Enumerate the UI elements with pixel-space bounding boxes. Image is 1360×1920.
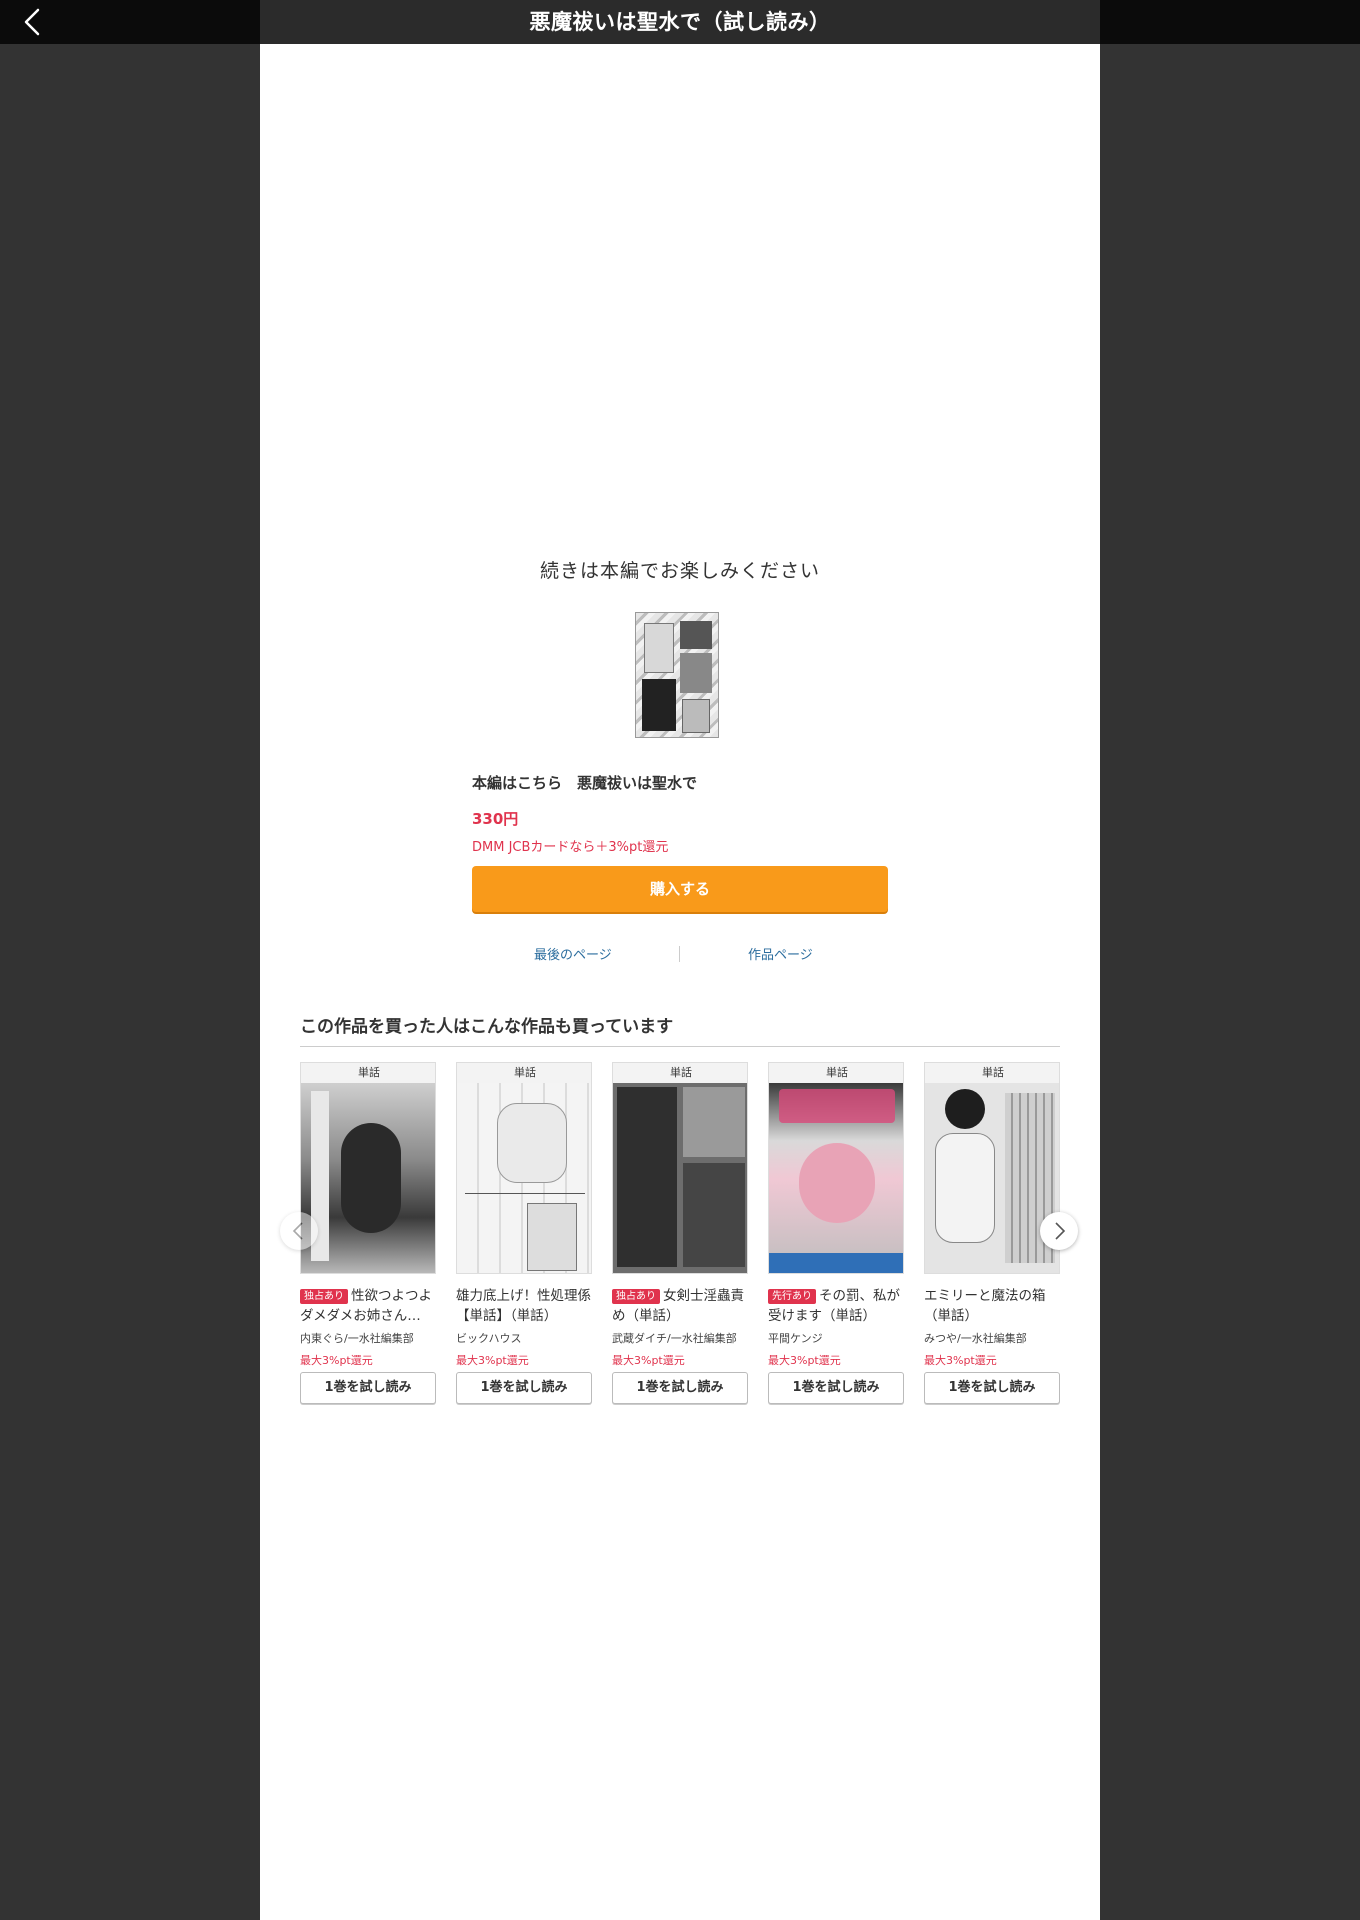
card-author[interactable]: みつや/一水社編集部 [924, 1330, 1027, 1346]
card-format-label: 単話 [769, 1063, 903, 1083]
last-page-link[interactable]: 最後のページ [534, 944, 612, 963]
recommendation-card[interactable]: 単話 先行あり その罰、私が受けます（単話） 平間ケンジ 最大3%pt還元 1巻を… [768, 1062, 904, 1442]
trial-read-button[interactable]: 1巻を試し読み [612, 1372, 748, 1404]
recommendations-heading: この作品を買った人はこんな作品も買っています [300, 1017, 674, 1037]
card-author[interactable]: ビックハウス [456, 1330, 521, 1346]
card-thumbnail[interactable]: 単話 [300, 1062, 436, 1274]
early-release-badge: 先行あり [768, 1289, 816, 1304]
recommendation-carousel: 単話 独占あり 性欲つよつよダメダメお姉さん… 内東ぐら/一水社編集部 最大3%p… [300, 1062, 1060, 1442]
card-thumbnail[interactable]: 単話 [456, 1062, 592, 1274]
product-title: 本編はこちら 悪魔祓いは聖水で [472, 774, 698, 792]
exclusive-badge: 独占あり [612, 1289, 660, 1304]
recommendation-card[interactable]: 単話 独占あり 女剣士淫蟲責め（単話） 武蔵ダイチ/一水社編集部 最大3%pt還元… [612, 1062, 748, 1442]
chevron-right-icon [1055, 1222, 1066, 1240]
chevron-left-icon [292, 1222, 303, 1240]
trial-read-button[interactable]: 1巻を試し読み [768, 1372, 904, 1404]
recommendation-card[interactable]: 単話 雄力底上げ！性処理係【単話】（単話） ビックハウス 最大3%pt還元 1巻… [456, 1062, 592, 1442]
point-campaign: DMM JCBカードなら＋3%pt還元 [472, 840, 669, 855]
card-author[interactable]: 武蔵ダイチ/一水社編集部 [612, 1330, 737, 1346]
title-bar: 悪魔祓いは聖水で（試し読み） [260, 0, 1100, 44]
viewer-page: 続きは本編でお楽しみください 本編はこちら 悪魔祓いは聖水で 330円 DMM … [260, 44, 1100, 1920]
back-button[interactable] [14, 4, 50, 40]
trial-read-button[interactable]: 1巻を試し読み [456, 1372, 592, 1404]
card-thumbnail[interactable]: 単話 [612, 1062, 748, 1274]
card-author[interactable]: 内東ぐら/一水社編集部 [300, 1330, 414, 1346]
card-title[interactable]: 先行あり その罰、私が受けます（単話） [768, 1286, 904, 1326]
card-points: 最大3%pt還元 [456, 1354, 529, 1367]
card-format-label: 単話 [925, 1063, 1059, 1083]
card-title[interactable]: 雄力底上げ！性処理係【単話】（単話） [456, 1286, 592, 1326]
heading-divider [300, 1046, 1060, 1047]
card-points: 最大3%pt還元 [924, 1354, 997, 1367]
trial-read-button[interactable]: 1巻を試し読み [924, 1372, 1060, 1404]
page-links: 最後のページ 作品ページ [472, 944, 888, 968]
recommendation-card[interactable]: 単話 独占あり 性欲つよつよダメダメお姉さん… 内東ぐら/一水社編集部 最大3%p… [300, 1062, 436, 1442]
card-cover-art [613, 1083, 747, 1273]
carousel-prev-button[interactable] [280, 1212, 318, 1250]
recommendation-card[interactable]: 単話 エミリーと魔法の箱（単話） みつや/一水社編集部 最大3%pt還元 1巻を… [924, 1062, 1060, 1442]
card-title[interactable]: 独占あり 女剣士淫蟲責め（単話） [612, 1286, 748, 1326]
exclusive-badge: 独占あり [300, 1289, 348, 1304]
card-title-text: 雄力底上げ！性処理係【単話】（単話） [456, 1288, 591, 1324]
card-title[interactable]: 独占あり 性欲つよつよダメダメお姉さん… [300, 1286, 436, 1326]
card-cover-art [301, 1083, 435, 1273]
trial-read-button[interactable]: 1巻を試し読み [300, 1372, 436, 1404]
link-divider [679, 946, 680, 962]
card-cover-art [457, 1083, 591, 1273]
buy-button[interactable]: 購入する [472, 866, 888, 912]
page-title: 悪魔祓いは聖水で（試し読み） [529, 10, 831, 34]
card-title[interactable]: エミリーと魔法の箱（単話） [924, 1286, 1060, 1326]
card-format-label: 単話 [457, 1063, 591, 1083]
work-page-link[interactable]: 作品ページ [748, 944, 813, 963]
continue-message: 続きは本編でお楽しみください [539, 560, 820, 582]
card-points: 最大3%pt還元 [768, 1354, 841, 1367]
card-thumbnail[interactable]: 単話 [768, 1062, 904, 1274]
card-author[interactable]: 平間ケンジ [768, 1330, 823, 1346]
card-format-label: 単話 [301, 1063, 435, 1083]
card-cover-art [769, 1083, 903, 1273]
card-title-text: エミリーと魔法の箱（単話） [924, 1288, 1046, 1324]
chevron-left-icon [24, 8, 40, 36]
carousel-next-button[interactable] [1040, 1212, 1078, 1250]
card-format-label: 単話 [613, 1063, 747, 1083]
card-points: 最大3%pt還元 [612, 1354, 685, 1367]
price: 330円 [472, 810, 519, 828]
product-cover-image[interactable] [635, 612, 719, 738]
card-points: 最大3%pt還元 [300, 1354, 373, 1367]
